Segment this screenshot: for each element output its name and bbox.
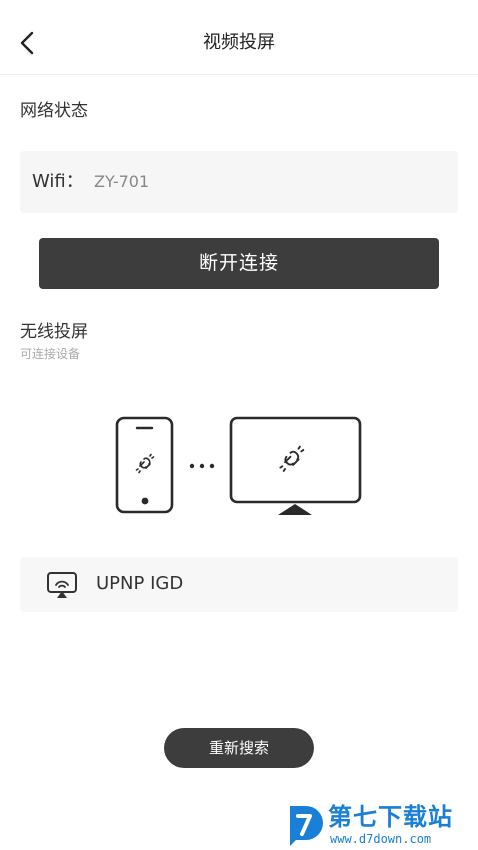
wifi-status-box: Wifi： ZY-701	[20, 151, 458, 213]
screen-cast-icon	[47, 572, 77, 598]
available-devices-subtitle: 可连接设备	[20, 347, 81, 361]
device-name: UPNP IGD	[96, 573, 184, 594]
wifi-label: Wifi：	[32, 171, 84, 192]
cast-illustration	[114, 414, 364, 516]
phone-icon	[115, 416, 174, 514]
ellipsis-icon	[189, 463, 215, 469]
watermark-url: www.d7down.com	[330, 832, 432, 846]
top-bar: 视频投屏	[0, 0, 478, 75]
tv-monitor-icon	[229, 416, 362, 515]
wireless-cast-heading: 无线投屏	[20, 322, 88, 342]
research-button[interactable]: 重新搜索	[164, 728, 314, 768]
broken-link-icon	[279, 445, 305, 472]
device-list-item[interactable]: UPNP IGD	[20, 557, 458, 612]
watermark: 第七下载站 www.d7down.com	[282, 800, 478, 850]
disconnect-button[interactable]: 断开连接	[39, 238, 439, 289]
page-title: 视频投屏	[203, 32, 275, 53]
network-status-heading: 网络状态	[20, 101, 88, 121]
d7-logo-icon	[290, 806, 323, 846]
watermark-brand: 第七下载站	[328, 803, 453, 831]
wifi-network-name: ZY-701	[94, 172, 150, 191]
broken-link-icon	[135, 453, 155, 474]
